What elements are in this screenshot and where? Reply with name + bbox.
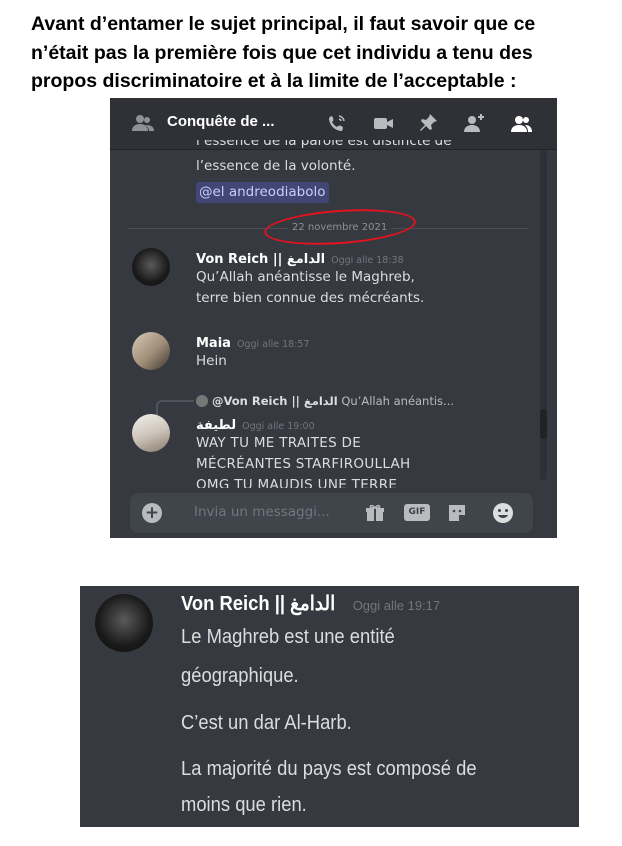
message-von-reich: Von Reich || الدامغ Oggi alle 18:38 Qu’Al… <box>196 248 424 309</box>
call-icon[interactable] <box>326 112 348 134</box>
message-author[interactable]: Maia <box>196 336 231 351</box>
add-attachment-icon[interactable]: + <box>142 503 162 523</box>
discord-screenshot-2: Von Reich || الدامغ Oggi alle 19:17 Le Ma… <box>80 586 579 827</box>
message-line: Le Maghreb est une entité <box>181 626 395 648</box>
members-icon[interactable] <box>510 112 532 134</box>
video-icon[interactable] <box>372 112 394 134</box>
message-line: WAY TU ME TRAITES DE <box>196 435 362 451</box>
composer-placeholder[interactable]: Invia un messaggi... <box>194 504 330 520</box>
discord-screenshot-1: Conquête de ... l’essence de la parole e… <box>110 98 557 538</box>
gift-icon[interactable] <box>364 502 386 524</box>
message-timestamp: Oggi alle 19:17 <box>352 598 441 613</box>
message-latifa: لطيفة Oggi alle 19:00 WAY TU ME TRAITES D… <box>196 414 410 488</box>
red-annotation-circle <box>262 204 418 250</box>
message-composer[interactable]: + Invia un messaggi... GIF <box>130 493 533 533</box>
message-line: C’est un dar Al-Harb. <box>181 712 352 734</box>
scrollbar-thumb[interactable] <box>540 409 547 439</box>
pin-icon[interactable] <box>417 112 439 134</box>
intro-line-3: propos discriminatoire et à la limite de… <box>31 70 517 92</box>
user-mention[interactable]: @el andreodiabolo <box>196 182 329 203</box>
date-separator: 22 novembre 2021 <box>128 204 528 250</box>
reply-reference[interactable]: @Von Reich || الدامغ Qu’Allah anéantis..… <box>196 394 454 408</box>
message-line: MÉCRÉANTES STARFIROULLAH <box>196 456 411 472</box>
message-maia: Maia Oggi alle 18:57 Hein <box>196 332 309 372</box>
message-line: La majorité du pays est composé de <box>181 758 477 780</box>
channel-title[interactable]: Conquête de ... <box>167 113 275 130</box>
message-line: moins que rien. <box>181 794 307 816</box>
intro-paragraph: Avant d’entamer le sujet principal, il f… <box>31 10 622 96</box>
message-author[interactable]: Von Reich || الدامغ <box>181 591 335 616</box>
message-author[interactable]: لطيفة <box>196 418 236 433</box>
avatar-maia[interactable] <box>132 332 170 370</box>
reply-spine <box>156 400 194 416</box>
avatar-von-reich[interactable] <box>132 248 170 286</box>
message-line: terre bien connue des mécréants. <box>196 290 425 306</box>
avatar-latifa[interactable] <box>132 414 170 452</box>
people-icon <box>132 114 154 132</box>
sticker-icon[interactable] <box>446 502 468 524</box>
emoji-icon[interactable] <box>492 502 514 524</box>
message-header: Von Reich || الدامغ Oggi alle 19:17 <box>181 591 440 616</box>
message-timestamp: Oggi alle 18:57 <box>236 339 310 350</box>
gif-button[interactable]: GIF <box>404 504 430 521</box>
reply-avatar <box>196 395 208 407</box>
message-timestamp: Oggi alle 19:00 <box>242 421 315 432</box>
add-member-icon[interactable] <box>463 112 485 134</box>
message-author[interactable]: Von Reich || الدامغ <box>196 252 325 267</box>
message-line: Hein <box>196 353 227 369</box>
message-line: Qu’Allah anéantisse le Maghreb, <box>196 269 415 285</box>
avatar-von-reich[interactable] <box>95 594 153 652</box>
previous-message-cut: l’essence de la parole est distincte de <box>196 140 452 149</box>
message-line: géographique. <box>181 665 299 687</box>
message-timestamp: Oggi alle 18:38 <box>331 255 404 266</box>
intro-line-2: n’était pas la première fois que cet ind… <box>31 41 533 64</box>
previous-message-line: l’essence de la volonté. <box>196 158 356 174</box>
intro-line-1: Avant d’entamer le sujet principal, il f… <box>31 13 536 35</box>
message-line: OMG TU MAUDIS UNE TERRE <box>196 477 398 488</box>
